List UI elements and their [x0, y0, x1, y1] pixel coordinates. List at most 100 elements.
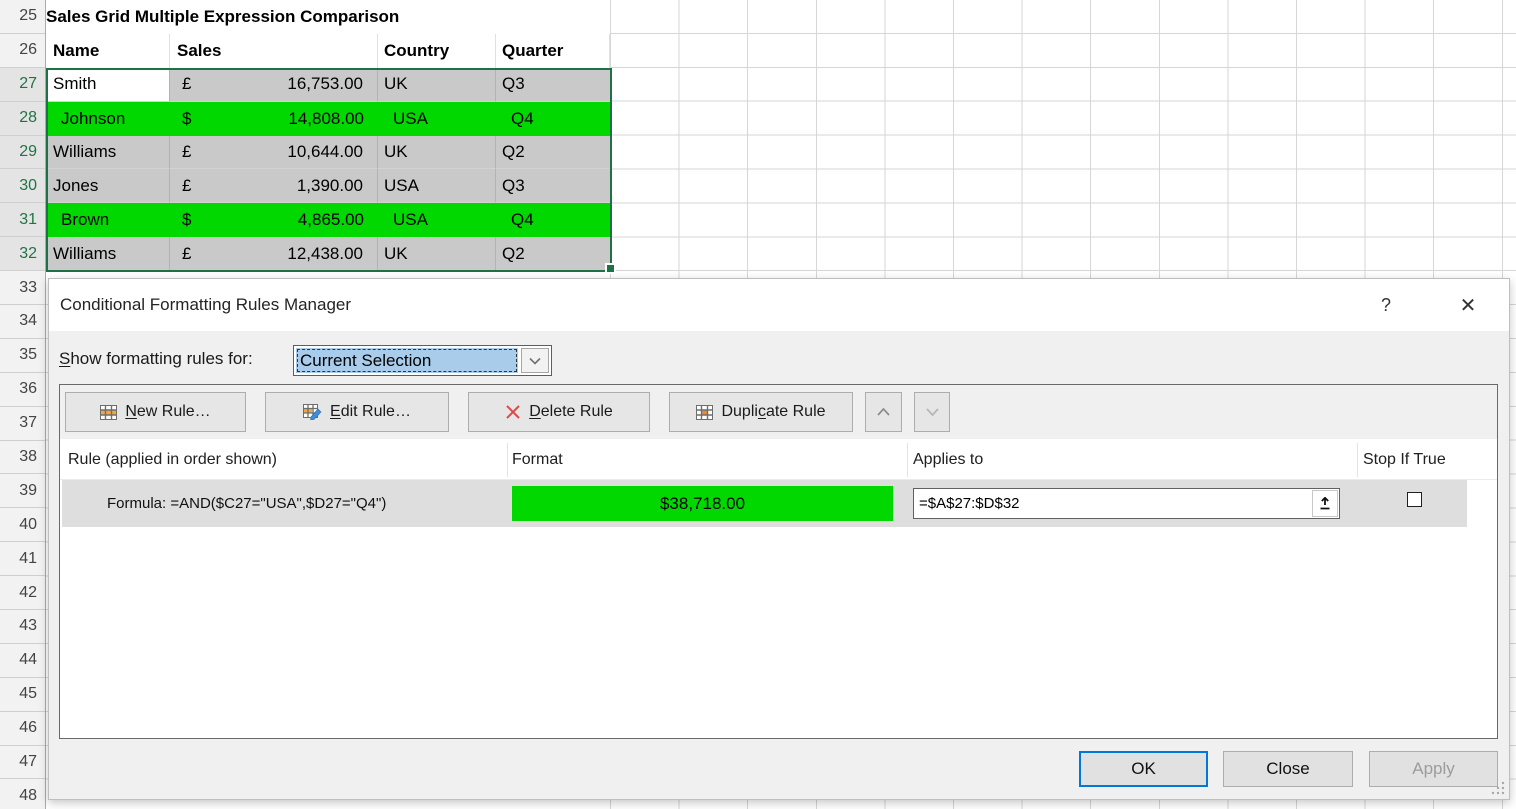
cell-country-29[interactable]: UK — [378, 136, 496, 170]
row-header-36[interactable]: 36 — [0, 373, 45, 407]
chevron-up-icon — [877, 408, 890, 416]
applies-to-value[interactable]: =$A$27:$D$32 — [914, 495, 1312, 512]
cell-sales-32[interactable]: £12,438.00 — [170, 237, 378, 271]
collapse-dialog-icon[interactable] — [1312, 490, 1338, 517]
cell-quarter-32[interactable]: Q2 — [496, 237, 610, 271]
cell-sales-27[interactable]: £16,753.00 — [170, 68, 378, 102]
row-header-37[interactable]: 37 — [0, 407, 45, 441]
applies-to-input[interactable]: =$A$27:$D$32 — [913, 488, 1340, 519]
chevron-down-icon[interactable] — [521, 348, 549, 373]
edit-rule-button[interactable]: Edit Rule… — [265, 392, 449, 432]
cell-quarter-30[interactable]: Q3 — [496, 169, 610, 203]
column-header-rule: Rule (applied in order shown) — [68, 439, 277, 480]
row-header-31[interactable]: 31 — [0, 203, 45, 237]
cell-header-sales[interactable]: Sales — [170, 34, 378, 68]
cell-title[interactable]: Sales Grid Multiple Expression Compariso… — [46, 0, 610, 34]
sales-amount: 12,438.00 — [287, 244, 363, 264]
rules-toolbar: New Rule… Edit Rule… Delete Rule — [60, 385, 1497, 439]
cell-quarter-29[interactable]: Q2 — [496, 136, 610, 170]
sheet-row-30: Jones£1,390.00USAQ3 — [46, 169, 610, 203]
row-header-44[interactable]: 44 — [0, 644, 45, 678]
column-header-applies-to: Applies to — [913, 439, 983, 480]
currency-symbol: $ — [182, 109, 191, 129]
sheet-row-32: Williams£12,438.00UKQ2 — [46, 237, 610, 271]
table-grid-pencil-icon — [303, 404, 322, 420]
row-header-47[interactable]: 47 — [0, 746, 45, 780]
row-header-43[interactable]: 43 — [0, 610, 45, 644]
show-rules-dropdown[interactable]: Current Selection — [293, 345, 552, 376]
help-button[interactable]: ? — [1373, 279, 1399, 331]
column-separator — [907, 443, 908, 477]
cell-name-30[interactable]: Jones — [46, 169, 170, 203]
row-header-35[interactable]: 35 — [0, 339, 45, 373]
cell-header-name[interactable]: Name — [46, 34, 170, 68]
cell-country-32[interactable]: UK — [378, 237, 496, 271]
row-header-29[interactable]: 29 — [0, 136, 45, 170]
delete-rule-button[interactable]: Delete Rule — [468, 392, 650, 432]
cell-header-country[interactable]: Country — [378, 34, 496, 68]
row-header-40[interactable]: 40 — [0, 508, 45, 542]
rule-row[interactable]: Formula: =AND($C27="USA",$D27="Q4") $38,… — [62, 480, 1467, 527]
sales-amount: 14,808.00 — [288, 109, 364, 129]
cell-header-quarter[interactable]: Quarter — [496, 34, 610, 68]
row-header-30[interactable]: 30 — [0, 169, 45, 203]
column-header-stop-if-true: Stop If True — [1363, 439, 1446, 480]
cell-name-27[interactable]: Smith — [46, 68, 170, 102]
close-button[interactable]: Close — [1223, 751, 1353, 787]
row-header-42[interactable]: 42 — [0, 576, 45, 610]
sales-amount: 16,753.00 — [287, 74, 363, 94]
cell-sales-30[interactable]: £1,390.00 — [170, 169, 378, 203]
resize-grip[interactable] — [1491, 781, 1507, 797]
row-header-41[interactable]: 41 — [0, 542, 45, 576]
cell-country-28[interactable]: USA — [378, 102, 496, 136]
chevron-down-icon — [926, 408, 939, 416]
column-separator — [507, 443, 508, 477]
dialog-titlebar[interactable]: Conditional Formatting Rules Manager ? ✕ — [49, 279, 1509, 331]
cell-quarter-31[interactable]: Q4 — [496, 203, 610, 237]
show-formatting-rules-label: Show formatting rules for: — [59, 339, 253, 379]
row-header-46[interactable]: 46 — [0, 712, 45, 746]
cell-name-28[interactable]: Johnson — [46, 102, 170, 136]
cell-quarter-27[interactable]: Q3 — [496, 68, 610, 102]
currency-symbol: £ — [182, 74, 191, 94]
cell-quarter-28[interactable]: Q4 — [496, 102, 610, 136]
apply-button[interactable]: Apply — [1369, 751, 1498, 787]
cell-country-31[interactable]: USA — [378, 203, 496, 237]
row-header-34[interactable]: 34 — [0, 305, 45, 339]
move-rule-down-button[interactable] — [914, 392, 950, 432]
ok-button[interactable]: OK — [1079, 751, 1208, 787]
rules-list-container: New Rule… Edit Rule… Delete Rule — [59, 384, 1498, 739]
fill-handle[interactable] — [605, 263, 616, 274]
cell-sales-28[interactable]: $14,808.00 — [170, 102, 378, 136]
row-header-28[interactable]: 28 — [0, 102, 45, 136]
new-rule-button[interactable]: New Rule… — [65, 392, 246, 432]
sales-amount: 1,390.00 — [297, 176, 363, 196]
cell-country-30[interactable]: USA — [378, 169, 496, 203]
row-header-33[interactable]: 33 — [0, 271, 45, 305]
red-x-icon — [505, 404, 521, 420]
row-header-39[interactable]: 39 — [0, 474, 45, 508]
cell-name-32[interactable]: Williams — [46, 237, 170, 271]
dropdown-selected-value[interactable]: Current Selection — [296, 348, 518, 373]
row-header-25[interactable]: 25 — [0, 0, 45, 34]
cell-name-29[interactable]: Williams — [46, 136, 170, 170]
close-icon[interactable]: ✕ — [1455, 279, 1481, 331]
currency-symbol: £ — [182, 142, 191, 162]
cell-sales-29[interactable]: £10,644.00 — [170, 136, 378, 170]
cell-sales-31[interactable]: $4,865.00 — [170, 203, 378, 237]
duplicate-rule-button[interactable]: Duplicate Rule — [669, 392, 853, 432]
row-header-48[interactable]: 48 — [0, 779, 45, 809]
row-header-32[interactable]: 32 — [0, 237, 45, 271]
move-rule-up-button[interactable] — [865, 392, 902, 432]
cell-country-27[interactable]: UK — [378, 68, 496, 102]
row-header-45[interactable]: 45 — [0, 678, 45, 712]
rules-list-header: Rule (applied in order shown) Format App… — [60, 439, 1497, 480]
rule-format-preview: $38,718.00 — [512, 486, 893, 521]
sales-amount: 10,644.00 — [287, 142, 363, 162]
stop-if-true-checkbox[interactable] — [1407, 492, 1422, 507]
row-header-38[interactable]: 38 — [0, 441, 45, 475]
cell-name-31[interactable]: Brown — [46, 203, 170, 237]
conditional-formatting-rules-manager-dialog: Conditional Formatting Rules Manager ? ✕… — [48, 278, 1510, 800]
row-header-26[interactable]: 26 — [0, 34, 45, 68]
row-header-27[interactable]: 27 — [0, 68, 45, 102]
